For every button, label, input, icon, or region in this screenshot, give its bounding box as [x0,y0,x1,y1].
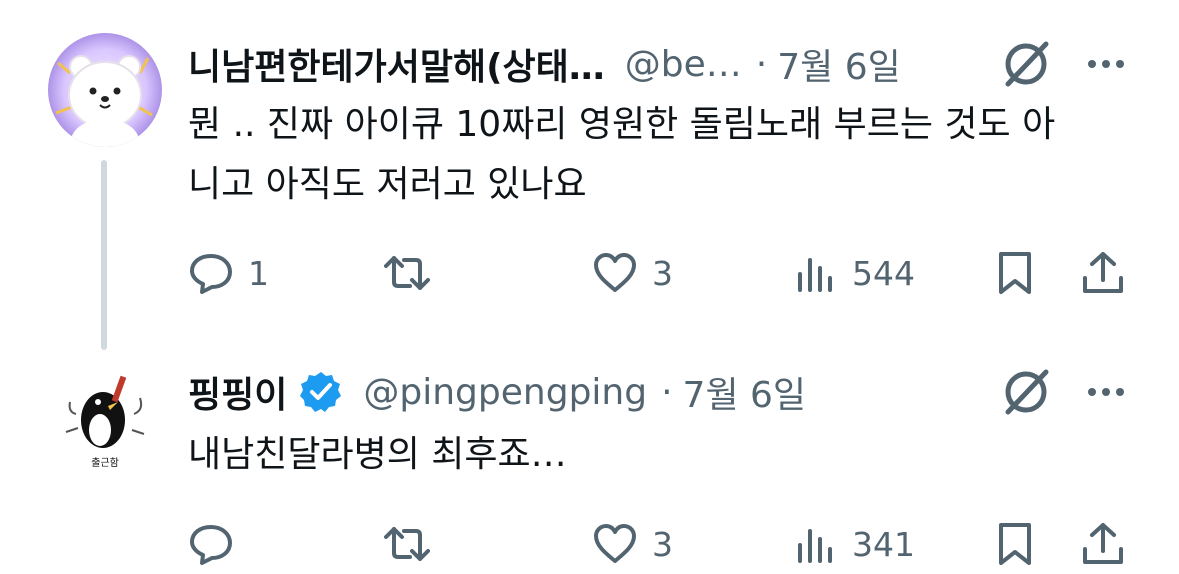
like-button[interactable]: 3 [592,243,673,303]
like-count: 3 [652,253,673,293]
separator-dot: · [755,43,768,85]
verified-badge-icon [300,372,342,412]
like-button[interactable]: 3 [592,514,673,574]
tweet-text-line-1: 내남친달라병의 최후죠… [188,434,567,475]
retweet-icon [384,527,430,561]
user-handle[interactable]: @be… [625,44,742,85]
grok-icon[interactable] [998,364,1054,420]
tweet-text-line-2: 니고 아직도 저러고 있나요 [188,164,587,205]
avatar-caption: 출근함 [91,457,119,469]
views-button[interactable]: 341 [792,514,915,574]
grok-icon[interactable] [998,36,1054,92]
views-icon [798,258,832,292]
action-bar: 1 3 544 [188,243,1138,303]
reply-icon [190,525,232,565]
tweet-text-line-1: 뭔 .. 진짜 아이큐 10짜리 영원한 돌림노래 부르는 것도 아 [188,104,1056,145]
like-icon [594,253,636,292]
bookmark-icon [999,252,1031,294]
like-count: 3 [652,524,673,564]
bookmark-button[interactable] [992,514,1038,574]
views-button[interactable]: 544 [792,243,915,303]
tweet-header: 니남편한테가서말해(상태… @be… · 7월 6일 [188,34,901,94]
share-icon [1083,252,1123,293]
user-handle[interactable]: @pingpengping [363,372,647,413]
reply-button[interactable] [188,514,248,574]
share-button[interactable] [1080,514,1126,574]
tweet-header: 핑핑이 @pingpengping · 7월 6일 [188,362,806,422]
timestamp[interactable]: 7월 6일 [777,38,901,90]
view-count: 544 [852,253,915,293]
like-icon [594,524,636,563]
view-count: 341 [852,524,915,564]
bookmark-button[interactable] [992,243,1038,303]
avatar[interactable] [48,33,162,147]
retweet-button[interactable] [384,243,430,303]
more-icon[interactable] [1084,42,1128,86]
more-icon[interactable] [1084,370,1128,414]
tweet-text: 뭔 .. 진짜 아이큐 10짜리 영원한 돌림노래 부르는 것도 아 니고 아직… [188,95,1138,215]
penguin-avatar-image: 출근함 [48,362,162,476]
reply-icon [190,254,232,294]
timestamp[interactable]: 7월 6일 [683,366,807,418]
tweet-text: 내남친달라병의 최후죠… [188,425,1138,485]
reply-count: 1 [248,253,269,293]
bear-avatar-image [48,33,162,147]
avatar[interactable]: 출근함 [48,362,162,476]
views-icon [798,529,832,563]
display-name[interactable]: 니남편한테가서말해(상태… [188,38,605,90]
thread-connector [101,160,107,350]
reply-button[interactable]: 1 [188,243,269,303]
share-icon [1083,523,1123,564]
action-bar: 3 341 [188,514,1138,574]
retweet-icon [384,256,430,290]
share-button[interactable] [1080,243,1126,303]
bookmark-icon [999,523,1031,565]
separator-dot: · [661,371,673,413]
display-name[interactable]: 핑핑이 [188,366,287,418]
retweet-button[interactable] [384,514,430,574]
